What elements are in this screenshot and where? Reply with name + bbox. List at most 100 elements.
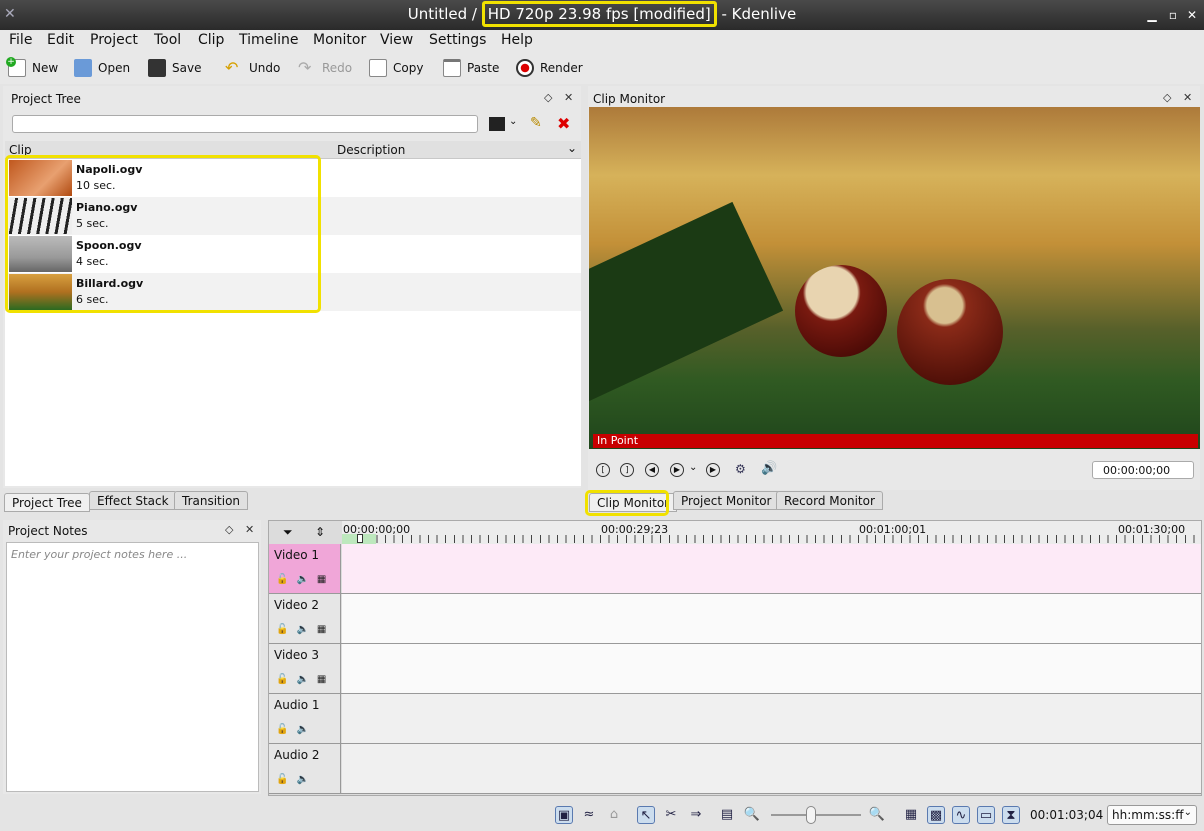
track-controls-lock-mute-video-icon[interactable]: 🔓🔈▦ <box>276 624 334 635</box>
track-name: Audio 1 <box>274 698 320 712</box>
float-panel-icon[interactable]: ◇ <box>1163 91 1171 104</box>
track-name: Audio 2 <box>274 748 320 762</box>
volume-icon[interactable]: 🔊 <box>761 461 777 476</box>
render-button[interactable]: Render <box>516 57 583 79</box>
fit-zoom-icon[interactable]: ⇕ <box>315 525 325 539</box>
show-video-thumbnails-icon[interactable]: ▩ <box>927 806 945 824</box>
track-body[interactable] <box>342 594 1201 643</box>
selection-tool-icon[interactable]: ↖ <box>637 806 655 824</box>
track-audio-1[interactable]: Audio 1 🔓🔈 <box>269 694 1201 744</box>
menu-project[interactable]: Project <box>90 32 138 48</box>
spacer-tool-icon[interactable]: ⇒ <box>687 806 705 824</box>
new-button[interactable]: + New <box>6 57 58 79</box>
video-thumbnails-toggle-icon[interactable]: ▣ <box>555 806 573 824</box>
set-in-point-icon[interactable]: [ <box>596 463 610 477</box>
track-header[interactable]: Audio 2 🔓🔈 <box>269 744 341 793</box>
track-body[interactable] <box>342 744 1201 793</box>
rewind-icon[interactable]: ◀ <box>645 463 659 477</box>
open-button[interactable]: Open <box>74 57 130 79</box>
zoom-slider-track[interactable] <box>771 814 861 816</box>
monitor-controls: [ ] ◀ ▶ ⌄ ▶ ⚙ 🔊 00:00:00;00 <box>589 458 1200 484</box>
zoom-in-icon[interactable]: 🔍 <box>868 806 886 824</box>
track-body[interactable] <box>342 644 1201 693</box>
track-header[interactable]: Audio 1 🔓🔈 <box>269 694 341 743</box>
in-point-marker: In Point <box>593 434 1198 448</box>
timeline-duration-timecode: 00:01:03;04 <box>1030 808 1104 822</box>
tab-record-monitor[interactable]: Record Monitor <box>776 491 883 510</box>
split-audio-icon[interactable]: ▦ <box>902 806 920 824</box>
show-audio-waveform-icon[interactable]: ∿ <box>952 806 970 824</box>
show-markers-icon[interactable]: ▭ <box>977 806 995 824</box>
project-notes-textarea[interactable]: Enter your project notes here ... <box>6 542 259 792</box>
zoom-slider-handle[interactable] <box>806 806 816 824</box>
track-video-2[interactable]: Video 2 🔓🔈▦ <box>269 594 1201 644</box>
playhead[interactable] <box>357 534 363 543</box>
project-search-input[interactable] <box>12 115 478 133</box>
track-controls-lock-mute-video-icon[interactable]: 🔓🔈▦ <box>276 574 334 585</box>
menu-clip[interactable]: Clip <box>198 32 224 48</box>
timeline-ruler[interactable]: 00:00:00;00 00:00:29;23 00:01:00;01 00:0… <box>342 521 1201 544</box>
menu-help[interactable]: Help <box>501 32 533 48</box>
timecode-format-select[interactable]: hh:mm:ss:ff ⌄ <box>1107 805 1197 825</box>
monitor-settings-icon[interactable]: ⚙ <box>735 462 746 476</box>
menu-monitor[interactable]: Monitor <box>313 32 366 48</box>
track-controls-lock-mute-icon[interactable]: 🔓🔈 <box>276 724 317 735</box>
zoom-out-icon[interactable]: 🔍 <box>743 806 761 824</box>
undo-label: Undo <box>249 61 281 75</box>
menu-tool[interactable]: Tool <box>154 32 181 48</box>
track-controls-lock-mute-video-icon[interactable]: 🔓🔈▦ <box>276 674 334 685</box>
minimize-icon[interactable]: ▁ <box>1144 7 1160 23</box>
folder-open-icon <box>74 59 92 77</box>
track-header[interactable]: Video 1 🔓🔈▦ <box>269 544 341 593</box>
tab-effect-stack[interactable]: Effect Stack <box>89 491 177 510</box>
add-clip-menu-button[interactable]: ⌄ <box>489 115 519 133</box>
float-panel-icon[interactable]: ◇ <box>225 523 233 536</box>
column-menu-chevron-icon[interactable]: ⌄ <box>567 141 577 155</box>
track-video-3[interactable]: Video 3 🔓🔈▦ <box>269 644 1201 694</box>
menu-edit[interactable]: Edit <box>47 32 74 48</box>
undo-button[interactable]: ↶ Undo <box>225 57 280 79</box>
close-window-icon[interactable]: ✕ <box>1184 7 1200 23</box>
razor-tool-icon[interactable]: ✂ <box>662 806 680 824</box>
close-panel-icon[interactable]: ✕ <box>564 91 573 104</box>
track-name: Video 3 <box>274 648 320 662</box>
column-description[interactable]: Description <box>337 143 405 157</box>
video-preview[interactable] <box>589 107 1200 449</box>
delete-clip-icon[interactable]: ✖ <box>557 114 575 133</box>
play-icon[interactable]: ▶ <box>670 463 684 477</box>
play-menu-chevron-icon[interactable]: ⌄ <box>689 462 697 473</box>
close-panel-icon[interactable]: ✕ <box>245 523 254 536</box>
track-header[interactable]: Video 2 🔓🔈▦ <box>269 594 341 643</box>
float-panel-icon[interactable]: ◇ <box>544 91 552 104</box>
redo-button[interactable]: ↷ Redo <box>298 57 352 79</box>
save-button[interactable]: Save <box>148 57 201 79</box>
track-audio-2[interactable]: Audio 2 🔓🔈 <box>269 744 1201 794</box>
monitor-timecode-field[interactable]: 00:00:00;00 <box>1092 461 1194 479</box>
track-body[interactable] <box>342 544 1201 593</box>
clip-list: Napoli.ogv 10 sec. Piano.ogv 5 sec. Spoo… <box>5 155 581 486</box>
copy-button[interactable]: Copy <box>369 57 423 79</box>
track-video-1[interactable]: Video 1 🔓🔈▦ <box>269 544 1201 594</box>
markers-toggle-icon[interactable]: ⌂ <box>605 806 623 824</box>
close-panel-icon[interactable]: ✕ <box>1183 91 1192 104</box>
track-header[interactable]: Video 3 🔓🔈▦ <box>269 644 341 693</box>
menu-file[interactable]: File <box>9 32 32 48</box>
track-body[interactable] <box>342 694 1201 743</box>
collapse-tracks-icon[interactable]: ⏷ <box>283 525 293 540</box>
paste-button[interactable]: Paste <box>443 57 499 79</box>
tab-transition[interactable]: Transition <box>174 491 249 510</box>
track-controls-lock-mute-icon[interactable]: 🔓🔈 <box>276 774 317 785</box>
menu-view[interactable]: View <box>380 32 413 48</box>
tab-project-tree[interactable]: Project Tree <box>4 493 90 512</box>
fit-timeline-icon[interactable]: ▤ <box>718 806 736 824</box>
maximize-icon[interactable]: ▫ <box>1165 7 1181 23</box>
edit-clip-icon[interactable]: ✎ <box>530 115 548 133</box>
project-notes-panel: Project Notes ◇ ✕ Enter your project not… <box>3 520 261 794</box>
menu-timeline[interactable]: Timeline <box>239 32 299 48</box>
audio-thumbnails-toggle-icon[interactable]: ≈ <box>580 806 598 824</box>
forward-icon[interactable]: ▶ <box>706 463 720 477</box>
menu-settings[interactable]: Settings <box>429 32 486 48</box>
set-out-point-icon[interactable]: ] <box>620 463 634 477</box>
snap-icon[interactable]: ⧗ <box>1002 806 1020 824</box>
tab-project-monitor[interactable]: Project Monitor <box>673 491 780 510</box>
